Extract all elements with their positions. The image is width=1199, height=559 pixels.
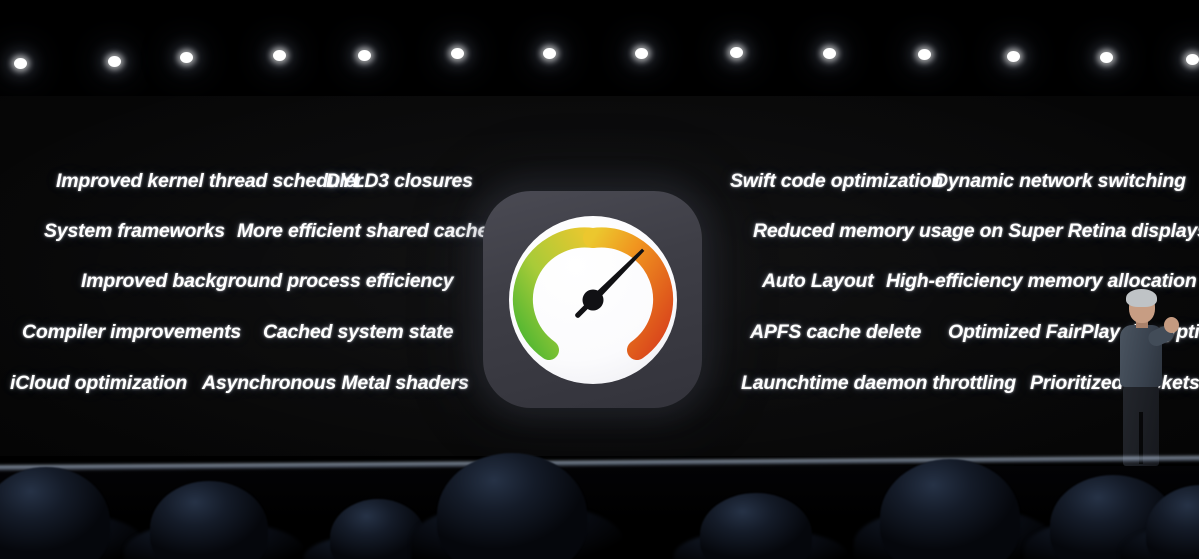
ceiling-light-8 <box>635 48 648 59</box>
ceiling-light-rig <box>0 0 1199 100</box>
slide-right-row-4-item-1: APFS cache delete <box>750 321 921 344</box>
slide-left-row-4-item-2: Cached system state <box>263 321 453 344</box>
slide-left-row-2-item-2: More efficient shared cache <box>237 220 488 243</box>
keynote-screenshot: Improved kernel thread scheduler DYLD3 cl… <box>0 0 1199 559</box>
ceiling-light-5 <box>358 50 371 61</box>
slide-phrase: APFS cache delete <box>750 321 922 343</box>
presenter-hands <box>1164 317 1179 333</box>
slide-phrase: Compiler improvements <box>22 321 242 343</box>
slide-left-row-5-item-2: Asynchronous Metal shaders <box>202 372 469 395</box>
slide-phrase: Reduced memory usage on Super Retina dis… <box>753 220 1199 242</box>
slide-phrase: Launchtime daemon throttling <box>741 372 1016 394</box>
slide-left-row-5-item-1: iCloud optimization <box>10 372 187 395</box>
slide-phrase: Improved background process efficiency <box>81 270 454 292</box>
ceiling-light-9 <box>730 47 743 58</box>
ceiling-light-3 <box>180 52 193 63</box>
slide-left-row-2-item-1: System frameworks <box>44 220 225 243</box>
ceiling-light-1 <box>14 58 27 69</box>
slide-right-row-3-item-1: Auto Layout <box>762 270 874 293</box>
ceiling-light-10 <box>823 48 836 59</box>
presenter-hair <box>1126 289 1157 307</box>
slide-phrase: Swift code optimization <box>730 170 944 192</box>
slide-right-row-1-item-1: Swift code optimization <box>730 170 943 193</box>
ceiling-light-13 <box>1100 52 1113 63</box>
presenter-silhouette <box>1112 289 1186 467</box>
slide-phrase: Dynamic network switching <box>934 170 1186 192</box>
slide-phrase: Asynchronous Metal shaders <box>202 372 469 394</box>
ceiling-light-2 <box>108 56 121 67</box>
slide-left-row-4-item-1: Compiler improvements <box>22 321 241 344</box>
slide-left-row-1-item-2: DYLD3 closures <box>326 170 473 193</box>
slide-phrase: More efficient shared cache <box>237 220 489 242</box>
slide-left-row-3-item-1: Improved background process efficiency <box>81 270 454 293</box>
slide-phrase: DYLD3 closures <box>326 170 473 192</box>
slide-right-row-5-item-1: Launchtime daemon throttling <box>741 372 1016 395</box>
slide-phrase: Cached system state <box>263 321 454 343</box>
slide-phrase: System frameworks <box>44 220 225 242</box>
slide-phrase: Improved kernel thread scheduler <box>56 170 363 192</box>
slide-phrase: iCloud optimization <box>10 372 188 394</box>
ceiling-light-7 <box>543 48 556 59</box>
ceiling-light-12 <box>1007 51 1020 62</box>
ceiling-light-11 <box>918 49 931 60</box>
ceiling-light-14 <box>1186 54 1199 65</box>
slide-phrase: Auto Layout <box>762 270 874 292</box>
ceiling-light-4 <box>273 50 286 61</box>
stage-floor <box>0 466 1199 559</box>
slide-right-row-1-item-2: Dynamic network switching <box>934 170 1186 193</box>
gauge-speedometer-icon <box>483 191 702 408</box>
ceiling-light-6 <box>451 48 464 59</box>
slide-right-row-2-item-1: Reduced memory usage on Super Retina dis… <box>753 220 1199 243</box>
slide-left-row-1-item-1: Improved kernel thread scheduler <box>56 170 363 193</box>
